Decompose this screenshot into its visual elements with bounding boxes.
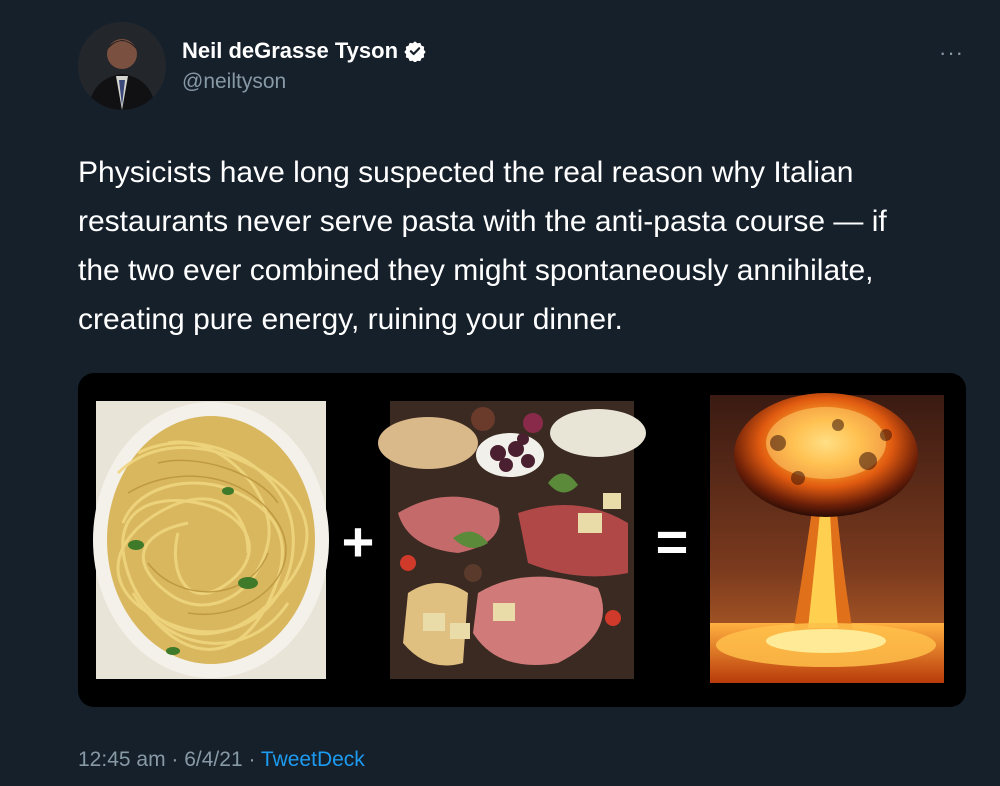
author-name-row: Neil deGrasse Tyson bbox=[182, 38, 426, 64]
antipasto-image bbox=[378, 401, 646, 679]
meme-image: + = bbox=[93, 393, 944, 683]
tweet-time[interactable]: 12:45 am bbox=[78, 748, 166, 771]
author-avatar[interactable] bbox=[78, 22, 166, 110]
tweet-line: restaurants never serve pasta with the a… bbox=[78, 205, 887, 238]
tweet-media[interactable]: + = bbox=[78, 373, 966, 707]
equals-sign: = bbox=[656, 510, 689, 573]
plus-sign: + bbox=[342, 510, 375, 573]
verified-badge-icon bbox=[404, 41, 426, 62]
tweet-text: Physicists have long suspected the real … bbox=[78, 148, 978, 344]
more-options-icon[interactable]: ··· bbox=[939, 40, 964, 66]
separator: · bbox=[165, 748, 185, 771]
tweet-line: the two ever combined they might spontan… bbox=[78, 254, 874, 287]
tweet-date[interactable]: 6/4/21 bbox=[184, 748, 242, 771]
tweet-meta: 12:45 am · 6/4/21 · TweetDeck bbox=[78, 748, 365, 772]
tweet-line: creating pure energy, ruining your dinne… bbox=[78, 303, 623, 336]
tweet-line: Physicists have long suspected the real … bbox=[78, 156, 854, 189]
pasta-image bbox=[93, 401, 329, 679]
author-name[interactable]: Neil deGrasse Tyson bbox=[182, 38, 398, 64]
separator: · bbox=[242, 748, 261, 771]
tweet-source-link[interactable]: TweetDeck bbox=[261, 748, 365, 771]
author-handle[interactable]: @neiltyson bbox=[182, 70, 286, 94]
avatar-image bbox=[78, 22, 166, 110]
explosion-image bbox=[710, 393, 944, 683]
